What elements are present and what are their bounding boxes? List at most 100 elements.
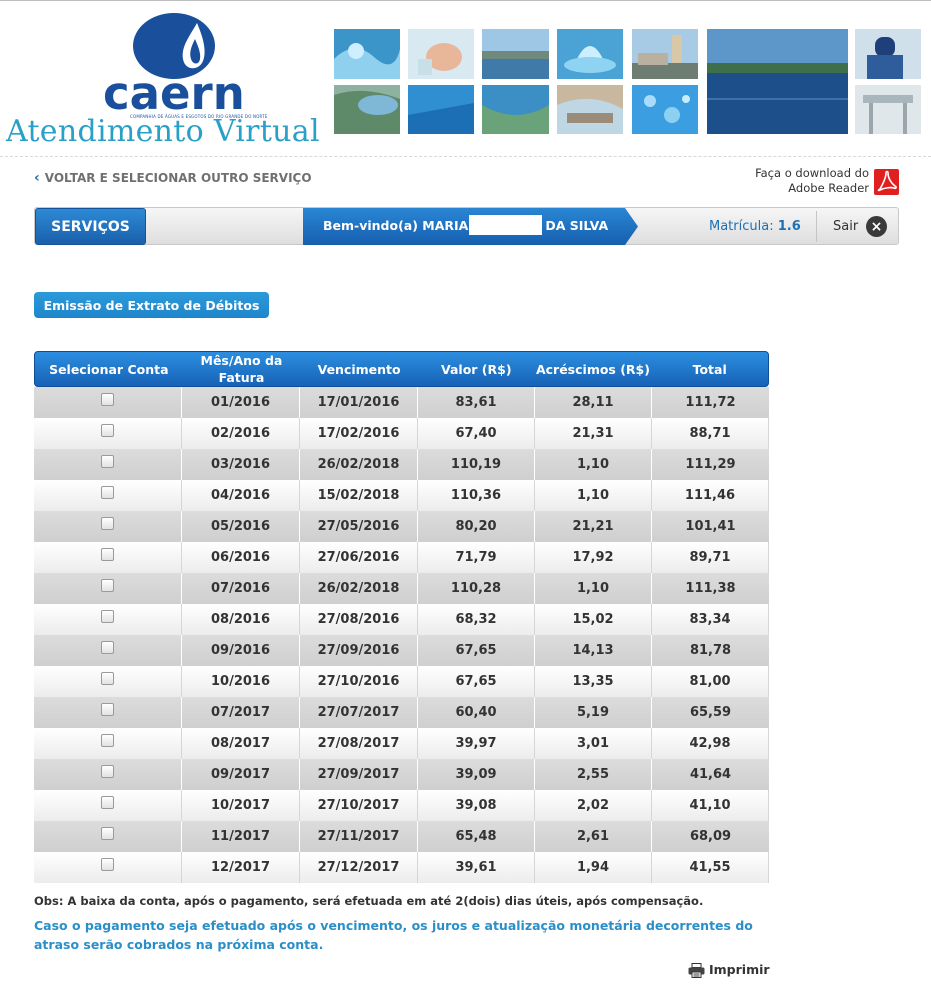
total-cell: 41,55 bbox=[652, 852, 769, 883]
table-row: 06/2016 27/06/2016 71,79 17,92 89,71 bbox=[34, 542, 769, 573]
valor-cell: 80,20 bbox=[418, 511, 535, 542]
total-cell: 111,29 bbox=[685, 457, 736, 472]
total-cell: 111,46 bbox=[652, 480, 769, 511]
valor-cell: 110,36 bbox=[418, 480, 535, 511]
header: caern COMPANHIA DE ÁGUAS E ESGOTOS DO RI… bbox=[0, 0, 931, 156]
late-payment-warning: Caso o pagamento seja efetuado após o ve… bbox=[34, 918, 753, 952]
total-cell: 68,09 bbox=[689, 829, 732, 844]
header-photo bbox=[408, 85, 474, 134]
vencimento-cell: 27/09/2016 bbox=[300, 635, 418, 666]
header-photo bbox=[855, 85, 921, 134]
col-header-mes-ano: Mês/Ano da Fatura bbox=[200, 353, 283, 385]
valor-cell: 39,09 bbox=[418, 759, 535, 790]
acrescimos-cell: 5,19 bbox=[535, 697, 652, 728]
welcome-prefix: Bem-vindo(a) MARIA bbox=[323, 218, 469, 233]
table-body: 01/2016 17/01/2016 83,61 28,11 111,72 02/2016… bbox=[34, 387, 769, 883]
select-account-checkbox[interactable] bbox=[101, 671, 114, 685]
select-account-checkbox[interactable] bbox=[101, 826, 114, 840]
select-cell bbox=[34, 635, 182, 666]
header-photo bbox=[482, 85, 549, 134]
table-header: Selecionar Conta Mês/Ano da Fatura Venci… bbox=[34, 351, 769, 387]
total-cell: 42,98 bbox=[652, 728, 769, 759]
col-header-vencimento: Vencimento bbox=[317, 361, 401, 377]
valor-cell: 83,61 bbox=[418, 387, 535, 418]
mes-ano-cell: 06/2016 bbox=[182, 542, 300, 573]
adobe-line1: Faça o download do bbox=[755, 166, 869, 180]
header-photo bbox=[334, 29, 400, 79]
vencimento-cell: 26/02/2018 bbox=[300, 449, 418, 480]
welcome-suffix: DA SILVA bbox=[545, 218, 609, 233]
valor-cell: 110,19 bbox=[418, 449, 535, 480]
select-account-checkbox[interactable] bbox=[101, 485, 114, 499]
select-account-checkbox[interactable] bbox=[101, 640, 114, 654]
select-account-checkbox[interactable] bbox=[101, 702, 114, 716]
total-cell: 88,71 bbox=[652, 418, 769, 449]
logout-link[interactable]: Sair bbox=[833, 219, 858, 234]
observation-note: Obs: A baixa da conta, após o pagamento,… bbox=[34, 894, 704, 908]
acrescimos-cell: 21,21 bbox=[535, 511, 652, 542]
mes-ano-cell: 09/2017 bbox=[182, 759, 300, 790]
select-account-checkbox[interactable] bbox=[101, 795, 114, 809]
chevron-left-icon: ‹ bbox=[34, 170, 40, 186]
caern-logo-text: caern bbox=[103, 67, 245, 120]
matricula-info: Matrícula: 1.6 bbox=[709, 219, 801, 234]
select-cell bbox=[34, 821, 182, 852]
printer-icon bbox=[688, 963, 705, 978]
select-cell bbox=[34, 480, 182, 511]
table-row: 08/2017 27/08/2017 39,97 3,01 42,98 bbox=[34, 728, 769, 759]
select-cell bbox=[34, 449, 182, 480]
welcome-text: Bem-vindo(a) MARIA DA SILVA bbox=[323, 215, 609, 235]
acrescimos-cell: 3,01 bbox=[535, 728, 652, 759]
acrescimos-cell: 28,11 bbox=[535, 387, 652, 418]
servicos-button[interactable]: SERVIÇOS bbox=[35, 208, 146, 245]
back-link[interactable]: ‹ VOLTAR E SELECIONAR OUTRO SERVIÇO bbox=[34, 170, 312, 186]
select-cell bbox=[34, 666, 182, 697]
vencimento-cell: 27/08/2016 bbox=[300, 604, 418, 635]
header-photo bbox=[408, 29, 474, 79]
select-account-checkbox[interactable] bbox=[101, 857, 114, 871]
select-cell bbox=[34, 728, 182, 759]
redacted-name-block bbox=[469, 215, 543, 235]
table-row: 07/2017 27/07/2017 60,40 5,19 65,59 bbox=[34, 697, 769, 728]
top-nav-bar: SERVIÇOS Bem-vindo(a) MARIA DA SILVA Matr… bbox=[34, 207, 899, 245]
table-row: 11/2017 27/11/2017 65,48 2,61 68,09 bbox=[34, 821, 769, 852]
vencimento-cell: 27/07/2017 bbox=[300, 697, 418, 728]
vencimento-cell: 27/12/2017 bbox=[300, 852, 418, 883]
close-icon[interactable]: × bbox=[866, 216, 887, 237]
select-account-checkbox[interactable] bbox=[101, 547, 114, 561]
select-cell bbox=[34, 418, 182, 449]
header-photo bbox=[482, 29, 549, 79]
acrescimos-cell: 1,10 bbox=[535, 449, 652, 480]
print-button[interactable]: Imprimir bbox=[688, 962, 770, 978]
vencimento-cell: 26/02/2018 bbox=[300, 573, 418, 604]
select-cell bbox=[34, 759, 182, 790]
adobe-line2: Adobe Reader bbox=[788, 181, 869, 195]
vencimento-cell: 27/08/2017 bbox=[300, 728, 418, 759]
select-account-checkbox[interactable] bbox=[101, 609, 114, 623]
total-cell: 41,10 bbox=[652, 790, 769, 821]
valor-cell: 67,65 bbox=[418, 635, 535, 666]
select-account-checkbox[interactable] bbox=[101, 733, 114, 747]
valor-cell: 67,40 bbox=[418, 418, 535, 449]
select-cell bbox=[34, 790, 182, 821]
mes-ano-cell: 10/2017 bbox=[182, 790, 300, 821]
mes-ano-cell: 10/2016 bbox=[182, 666, 300, 697]
acrescimos-cell: 17,92 bbox=[535, 542, 652, 573]
select-account-checkbox[interactable] bbox=[101, 392, 114, 406]
pdf-icon[interactable] bbox=[873, 168, 900, 196]
select-cell bbox=[34, 387, 182, 418]
mes-ano-cell: 07/2017 bbox=[182, 697, 300, 728]
total-cell: 65,59 bbox=[689, 705, 732, 720]
select-account-checkbox[interactable] bbox=[101, 764, 114, 778]
valor-cell: 71,79 bbox=[418, 542, 535, 573]
select-account-checkbox[interactable] bbox=[101, 516, 114, 530]
tab-extrato-debitos[interactable]: Emissão de Extrato de Débitos bbox=[34, 292, 269, 318]
table-row: 10/2017 27/10/2017 39,08 2,02 41,10 bbox=[34, 790, 769, 821]
select-account-checkbox[interactable] bbox=[101, 423, 114, 437]
acrescimos-cell: 14,13 bbox=[535, 635, 652, 666]
vencimento-cell: 27/11/2017 bbox=[300, 821, 418, 852]
table-row: 01/2016 17/01/2016 83,61 28,11 111,72 bbox=[34, 387, 769, 418]
table-row: 12/2017 27/12/2017 39,61 1,94 41,55 bbox=[34, 852, 769, 883]
select-account-checkbox[interactable] bbox=[101, 578, 114, 592]
select-account-checkbox[interactable] bbox=[101, 454, 114, 468]
